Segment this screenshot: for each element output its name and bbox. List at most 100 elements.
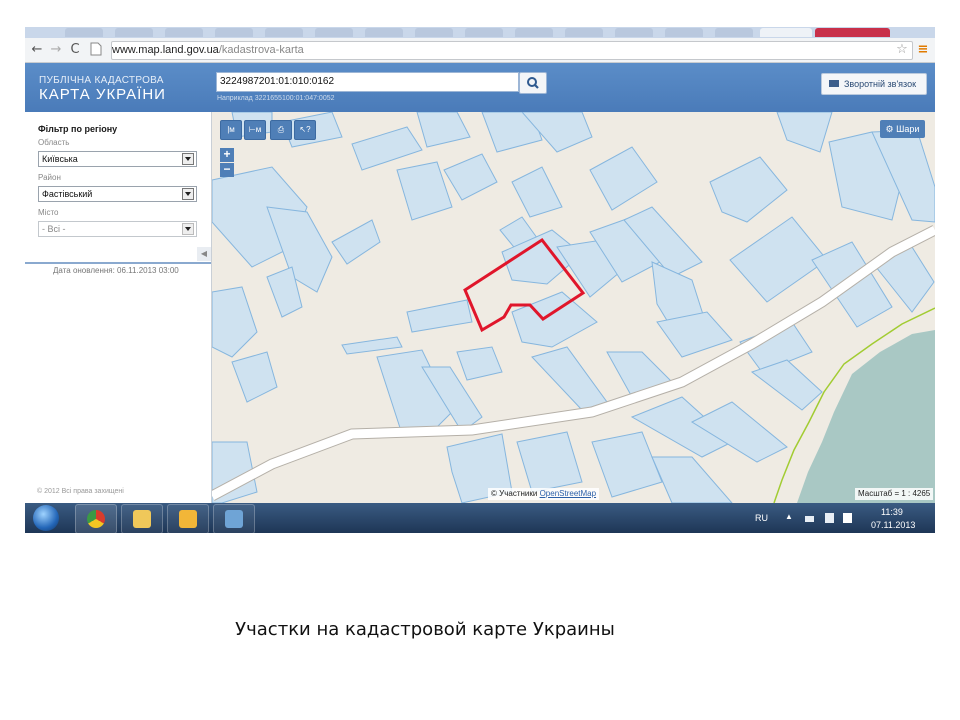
chevron-down-icon bbox=[182, 153, 194, 165]
forward-icon[interactable]: → bbox=[48, 42, 64, 58]
chevron-down-icon bbox=[182, 223, 194, 235]
browser-tab[interactable] bbox=[265, 28, 303, 37]
browser-tab[interactable] bbox=[565, 28, 603, 37]
land-parcel bbox=[341, 336, 403, 355]
land-parcel bbox=[511, 291, 598, 348]
land-parcel bbox=[443, 153, 498, 201]
land-parcel bbox=[351, 126, 423, 171]
browser-tab[interactable] bbox=[465, 28, 503, 37]
browser-toolbar: ← → C www.map.land.gov.ua/kadastrova-kar… bbox=[25, 38, 935, 63]
map-scale: Масштаб = 1 : 4265 bbox=[855, 488, 934, 500]
land-parcel bbox=[776, 112, 833, 153]
search-icon bbox=[527, 77, 539, 89]
search-hint: Наприклад 3221655100:01:047:0052 bbox=[217, 95, 335, 102]
measure-area-button[interactable]: ⊢м bbox=[244, 120, 266, 140]
volume-muted-icon[interactable] bbox=[843, 513, 852, 523]
print-icon[interactable]: ⎙ bbox=[270, 120, 292, 140]
openstreetmap-link[interactable]: OpenStreetMap bbox=[540, 489, 596, 498]
folder-icon bbox=[133, 510, 151, 528]
taskbar-explorer[interactable] bbox=[121, 504, 163, 534]
browser-tab[interactable] bbox=[665, 28, 703, 37]
district-select[interactable]: Фастівський bbox=[38, 186, 197, 202]
language-indicator[interactable]: RU bbox=[755, 513, 768, 523]
land-parcel bbox=[531, 346, 608, 411]
site-header: ПУБЛІЧНА КАДАСТРОВА КАРТА УКРАЇНИ 322498… bbox=[25, 63, 935, 112]
browser-tab[interactable] bbox=[515, 28, 553, 37]
clock-date[interactable]: 07.11.2013 bbox=[871, 520, 915, 530]
mail-app-icon bbox=[179, 510, 197, 528]
land-parcel bbox=[331, 219, 381, 265]
land-parcel bbox=[396, 161, 453, 221]
region-filter-panel: Фільтр по регіону Область Київська Район… bbox=[25, 112, 212, 503]
layers-button[interactable]: ⚙ Шари bbox=[880, 120, 925, 138]
browser-tab[interactable] bbox=[315, 28, 353, 37]
district-value: Фастівський bbox=[42, 189, 93, 199]
land-parcel bbox=[589, 146, 658, 211]
bookmark-star-icon[interactable]: ☆ bbox=[894, 42, 910, 58]
start-button[interactable] bbox=[33, 505, 59, 531]
cadastral-map[interactable]: |м ⊢м ⎙ ↖? + − ⚙ Шари © Участники OpenSt… bbox=[212, 112, 935, 503]
taskbar-photo-viewer[interactable] bbox=[213, 504, 255, 534]
brand-line-1: ПУБЛІЧНА КАДАСТРОВА bbox=[39, 75, 164, 86]
chevron-down-icon bbox=[182, 188, 194, 200]
gear-icon: ⚙ bbox=[885, 124, 894, 134]
browser-tab[interactable] bbox=[365, 28, 403, 37]
menu-icon[interactable]: ≡ bbox=[915, 42, 931, 58]
region-label: Область bbox=[38, 138, 70, 147]
slide-caption: Участки на кадастровой карте Украины bbox=[235, 619, 615, 640]
search-button[interactable] bbox=[519, 72, 547, 94]
taskbar-chrome[interactable] bbox=[75, 504, 117, 534]
copyright: © 2012 Всі права захищені bbox=[37, 488, 124, 495]
info-pointer-button[interactable]: ↖? bbox=[294, 120, 316, 140]
collapse-panel-button[interactable]: ◀ bbox=[197, 247, 211, 261]
water-area bbox=[797, 330, 935, 503]
update-date: Дата оновлення: 06.11.2013 03:00 bbox=[53, 266, 179, 275]
back-icon[interactable]: ← bbox=[29, 42, 45, 58]
map-canvas[interactable] bbox=[212, 112, 935, 503]
land-parcel bbox=[591, 431, 663, 498]
browser-tab[interactable] bbox=[165, 28, 203, 37]
city-select[interactable]: - Всі - bbox=[38, 221, 197, 237]
land-parcel bbox=[212, 286, 258, 358]
browser-tab[interactable] bbox=[215, 28, 253, 37]
district-label: Район bbox=[38, 173, 61, 182]
browser-tab[interactable] bbox=[65, 28, 103, 37]
url-host: www.map.land.gov.ua bbox=[112, 44, 219, 56]
zoom-in-button[interactable]: + bbox=[220, 148, 234, 162]
region-value: Київська bbox=[42, 154, 78, 164]
land-parcel bbox=[231, 351, 278, 403]
cadastral-number-search-input[interactable]: 3224987201:01:010:0162 bbox=[216, 72, 519, 92]
browser-tab-strip bbox=[25, 27, 935, 38]
brand-line-2[interactable]: КАРТА УКРАЇНИ bbox=[39, 86, 166, 103]
taskbar-mail[interactable] bbox=[167, 504, 209, 534]
land-parcel bbox=[456, 346, 503, 381]
browser-tab[interactable] bbox=[615, 28, 653, 37]
browser-tab[interactable] bbox=[115, 28, 153, 37]
clock-time[interactable]: 11:39 bbox=[881, 507, 903, 517]
region-select[interactable]: Київська bbox=[38, 151, 197, 167]
feedback-label: Зворотній зв'язок bbox=[844, 79, 917, 89]
zoom-out-button[interactable]: − bbox=[220, 163, 234, 177]
feedback-button[interactable]: Зворотній зв'язок bbox=[821, 73, 927, 95]
url-path: /kadastrova-karta bbox=[218, 44, 304, 56]
address-bar[interactable]: www.map.land.gov.ua/kadastrova-karta bbox=[111, 41, 913, 60]
photo-icon bbox=[225, 510, 243, 528]
land-parcel bbox=[511, 166, 563, 218]
attribution-prefix: © Участники bbox=[491, 489, 538, 498]
filter-box: Фільтр по регіону Область Київська Район… bbox=[25, 112, 211, 264]
tray-expand-icon[interactable]: ▲ bbox=[785, 512, 793, 521]
city-label: Місто bbox=[38, 208, 59, 217]
window-controls[interactable] bbox=[815, 28, 890, 37]
page-icon bbox=[88, 42, 104, 58]
reload-icon[interactable]: C bbox=[67, 42, 83, 58]
browser-tab[interactable] bbox=[415, 28, 453, 37]
land-parcel bbox=[516, 431, 583, 493]
browser-tab-active[interactable] bbox=[760, 28, 812, 37]
browser-tab[interactable] bbox=[715, 28, 753, 37]
city-value: - Всі - bbox=[42, 224, 66, 234]
power-icon[interactable] bbox=[825, 513, 834, 523]
measure-distance-button[interactable]: |м bbox=[220, 120, 242, 140]
network-icon[interactable] bbox=[805, 516, 814, 522]
land-parcel bbox=[709, 156, 788, 223]
windows-taskbar: RU ▲ 11:39 07.11.2013 bbox=[25, 503, 935, 534]
